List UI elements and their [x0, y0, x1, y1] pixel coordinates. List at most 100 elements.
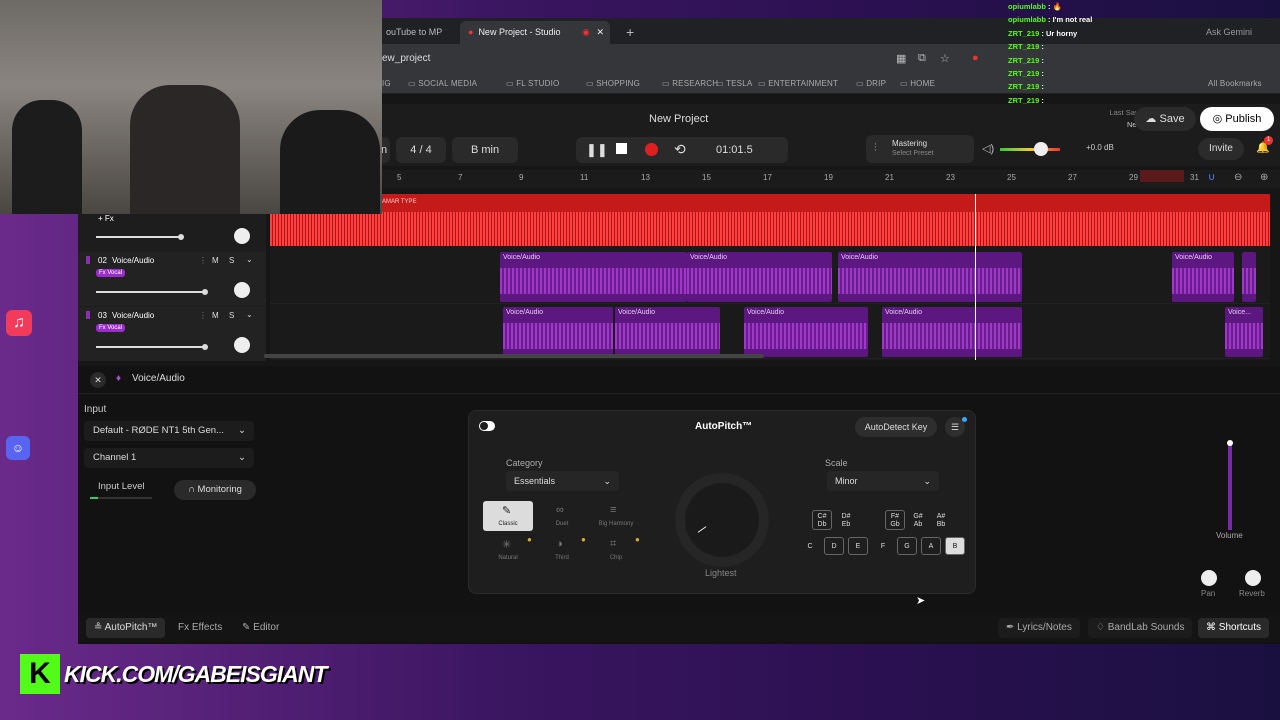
publish-button[interactable]: ◎ Publish [1200, 107, 1274, 131]
bookmark[interactable]: ▭ HOME [900, 79, 935, 88]
zoom-in-icon[interactable]: ⊕ [1260, 172, 1268, 183]
reader-icon[interactable]: ▦ [896, 52, 906, 65]
key-a[interactable]: A [921, 537, 941, 555]
slider-handle[interactable] [202, 289, 208, 295]
autodetect-key-button[interactable]: AutoDetect Key [855, 417, 937, 437]
volume-fader[interactable] [1227, 440, 1233, 530]
strength-knob[interactable] [675, 473, 769, 567]
audio-clip[interactable]: Voice/Audio [882, 307, 1022, 357]
discord-app-icon[interactable]: ☺ [6, 436, 30, 460]
audio-clip[interactable]: Voice/Audio [615, 307, 720, 357]
master-volume-handle[interactable] [1034, 142, 1048, 156]
cast-icon[interactable]: ⧉ [918, 52, 926, 65]
key-b[interactable]: B [945, 537, 965, 555]
record-button[interactable] [645, 143, 658, 156]
mode-third[interactable]: ◑ Third ● [537, 535, 587, 565]
key-a-sharp[interactable]: A# Bb [931, 510, 951, 530]
stop-button[interactable] [616, 143, 627, 154]
all-bookmarks[interactable]: All Bookmarks [1208, 79, 1262, 88]
add-fx-button[interactable]: + Fx [98, 214, 114, 223]
time-signature[interactable]: 4 / 4 [396, 137, 446, 163]
bookmark[interactable]: ▭ DRIP [856, 79, 886, 88]
key-selector[interactable]: B min [452, 137, 518, 163]
bookmark[interactable]: ▭ ENTERTAINMENT [758, 79, 838, 88]
track-1-volume-slider[interactable] [96, 234, 184, 240]
chevron-down-icon[interactable]: ⌄ [246, 255, 253, 264]
bookmark[interactable]: ▭ FL STUDIO [506, 79, 559, 88]
fx-tag[interactable]: Fx Vocal [96, 269, 126, 277]
mode-big-harmony[interactable]: ≡ Big Harmony [591, 501, 641, 531]
horizontal-scrollbar[interactable] [264, 354, 764, 358]
autopitch-tab[interactable]: ≗ AutoPitch™ [86, 618, 166, 638]
bookmark[interactable]: ▭ RESEARCH [662, 79, 718, 88]
audio-clip[interactable]: Voice/Audio [838, 252, 1022, 302]
bookmark[interactable]: ▭ TESLA [716, 79, 752, 88]
input-device-select[interactable]: Default - RØDE NT1 5th Gen... ⌄ [84, 421, 254, 441]
close-icon[interactable]: ✕ [90, 372, 106, 388]
category-select[interactable]: Essentials ⌄ [506, 471, 619, 491]
track-2-pan-knob[interactable] [234, 282, 250, 298]
key-d[interactable]: D [824, 537, 844, 555]
magnet-icon[interactable]: ∪ [1208, 172, 1215, 183]
key-f-sharp[interactable]: F# Gb [885, 510, 905, 530]
timeline-ruler[interactable]: 5 7 9 11 13 15 17 19 21 23 25 27 29 31 ∪… [270, 170, 1280, 188]
playhead[interactable] [975, 194, 976, 360]
solo-button[interactable]: S [229, 311, 234, 320]
key-c-sharp[interactable]: C# Db [812, 510, 832, 530]
audio-clip[interactable]: Voice/Audio [744, 307, 868, 357]
mute-button[interactable]: M [212, 256, 219, 265]
music-app-icon[interactable]: ♫ [6, 310, 32, 336]
zoom-out-icon[interactable]: ⊖ [1234, 172, 1242, 183]
lyrics-notes-button[interactable]: ✒ Lyrics/Notes [998, 618, 1080, 638]
ask-gemini-button[interactable]: Ask Gemini [1198, 21, 1278, 44]
beat-lane[interactable]: AMAR TYPE [270, 194, 1270, 246]
track-2-volume-slider[interactable] [96, 289, 208, 295]
audio-clip[interactable]: Voice/Audio [687, 252, 832, 302]
pause-button[interactable]: ❚❚ [586, 142, 608, 158]
audio-clip[interactable]: Voice... [1225, 307, 1263, 357]
editor-tab[interactable]: ✎ Editor [234, 618, 287, 638]
mode-chip[interactable]: ⌗ Chip ● [591, 535, 641, 565]
shortcuts-button[interactable]: ⌘ Shortcuts [1198, 618, 1270, 638]
new-tab-button[interactable]: + [618, 21, 638, 44]
key-g[interactable]: G [897, 537, 917, 555]
slider-handle[interactable] [202, 344, 208, 350]
key-e[interactable]: E [848, 537, 868, 555]
audio-clip[interactable]: Voice/Audio [500, 252, 687, 302]
bookmark[interactable]: IG [382, 79, 391, 88]
tab-youtube-mp3[interactable]: ouTube to MP [378, 21, 458, 44]
volume-fader-handle[interactable] [1227, 440, 1233, 446]
mode-duet[interactable]: ∞ Duet [537, 501, 587, 531]
more-icon[interactable]: ⋮ [199, 311, 207, 320]
solo-button[interactable]: S [229, 256, 234, 265]
track-row[interactable]: 02 Voice/Audio Fx Vocal ⋮ M S ⌄ [78, 252, 266, 306]
audio-clip[interactable] [1242, 252, 1256, 302]
fx-tag[interactable]: Fx Vocal [96, 324, 126, 332]
track-3-volume-slider[interactable] [96, 344, 208, 350]
chevron-down-icon[interactable]: ⌄ [246, 310, 253, 319]
effects-tab[interactable]: Fx Effects [170, 618, 230, 638]
loop-region[interactable] [1140, 170, 1184, 182]
mode-natural[interactable]: ✳ Natural ● [483, 535, 533, 565]
audio-clip[interactable]: Voice/Audio [1172, 252, 1234, 302]
track-row[interactable]: 03 Voice/Audio Fx Vocal ⋮ M S ⌄ [78, 307, 266, 361]
master-volume-slider[interactable] [1000, 148, 1060, 151]
project-title[interactable]: New Project [649, 113, 708, 125]
more-icon[interactable]: ⋮ [199, 256, 207, 265]
mode-classic[interactable]: ✎ Classic [483, 501, 533, 531]
key-c[interactable]: C [800, 537, 820, 555]
track-3-pan-knob[interactable] [234, 337, 250, 353]
mastering-button[interactable]: ⫶ Mastering Select Preset [866, 135, 974, 163]
key-d-sharp[interactable]: D# Eb [836, 510, 856, 530]
key-g-sharp[interactable]: G# Ab [908, 510, 928, 530]
close-tab-icon[interactable]: ✕ [596, 21, 604, 44]
monitoring-button[interactable]: ∩ Monitoring [174, 480, 256, 500]
channel-select[interactable]: Channel 1 ⌄ [84, 448, 254, 468]
reverb-knob[interactable] [1245, 570, 1261, 586]
audio-clip[interactable]: Voice/Audio [503, 307, 613, 357]
autopitch-toggle[interactable] [479, 421, 495, 431]
extension-icon[interactable]: ● [972, 52, 979, 64]
pan-knob[interactable] [1201, 570, 1217, 586]
invite-button[interactable]: Invite [1198, 138, 1244, 160]
bookmark[interactable]: ▭ SHOPPING [586, 79, 640, 88]
